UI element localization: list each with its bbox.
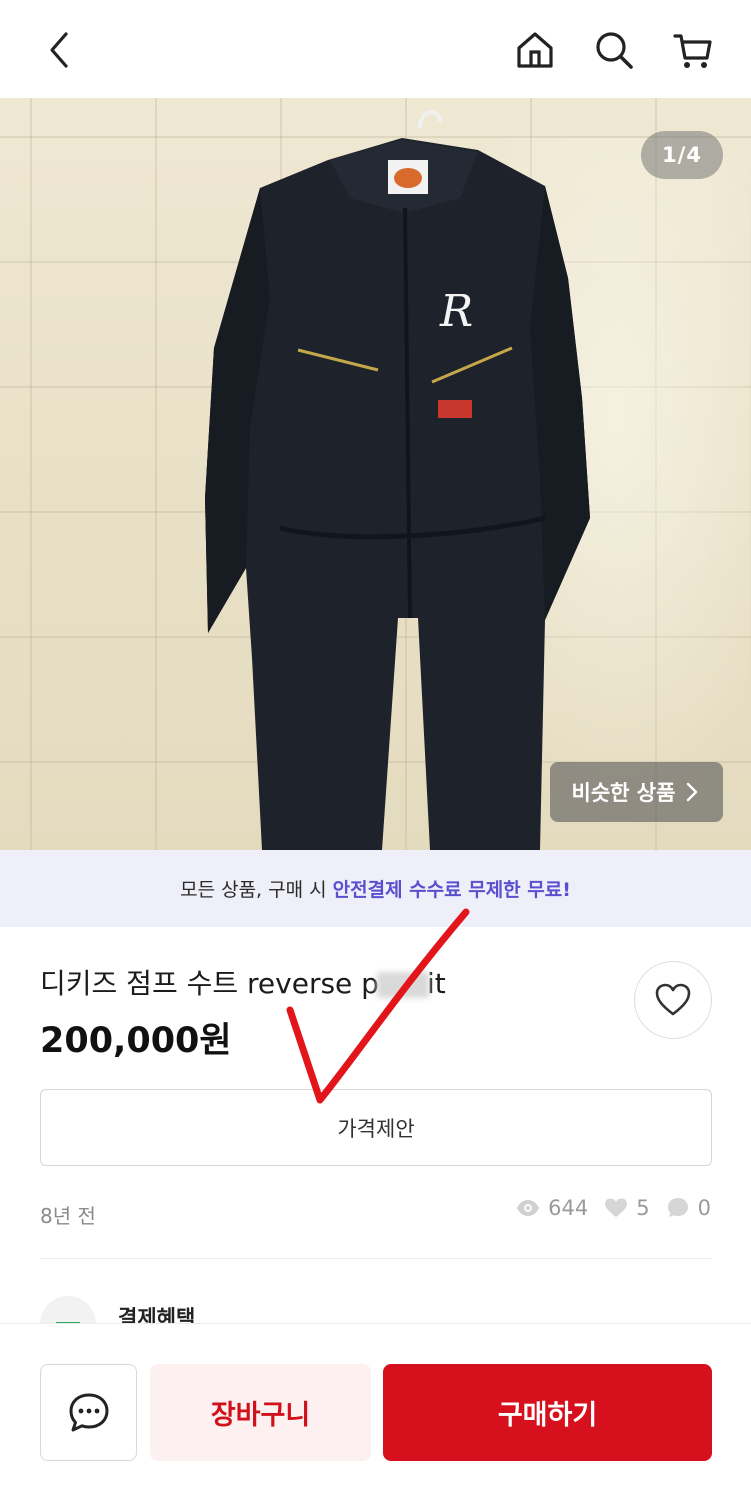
view-count-value: 644 [548, 1196, 589, 1220]
heart-filled-icon [605, 1198, 628, 1217]
safe-payment-promo-banner[interactable]: 모든 상품, 구매 시 안전결제 수수료 무제한 무료! [0, 850, 751, 927]
bottom-action-bar: 장바구니 구매하기 [0, 1323, 751, 1500]
comment-count: 0 [666, 1196, 711, 1220]
back-button[interactable] [30, 20, 90, 80]
similar-products-button[interactable]: 비슷한 상품 [550, 762, 723, 822]
like-count-value: 5 [636, 1196, 650, 1220]
svg-text:R: R [439, 286, 473, 337]
like-count: 5 [604, 1196, 650, 1220]
home-icon [517, 32, 553, 68]
search-icon [596, 32, 633, 69]
buy-now-label: 구매하기 [497, 1400, 598, 1431]
product-title-end: it [426, 967, 446, 1000]
comment-count-value: 0 [697, 1196, 711, 1220]
price-offer-label: 가격제안 [337, 1116, 415, 1141]
price-offer-button[interactable]: 가격제안 [40, 1089, 712, 1166]
cart-icon [673, 34, 712, 68]
search-button[interactable] [584, 20, 644, 80]
cart-button[interactable] [663, 20, 723, 80]
product-price: 200,000원 [40, 1021, 232, 1061]
buy-now-button[interactable]: 구매하기 [383, 1364, 712, 1461]
like-button[interactable] [634, 961, 712, 1039]
payment-benefit-row[interactable]: 결제혜택 [40, 1296, 195, 1326]
chat-button[interactable] [40, 1364, 137, 1461]
posted-time: 8년 전 [40, 1204, 96, 1228]
add-to-cart-label: 장바구니 [210, 1400, 311, 1431]
promo-text: 모든 상품, 구매 시 [180, 879, 327, 901]
heart-icon [655, 983, 691, 1016]
add-to-cart-button[interactable]: 장바구니 [150, 1364, 371, 1461]
product-detail-page: R 1/4 비슷한 상품 모든 상품, 구매 시 안전결제 수수료 무제한 무료… [0, 0, 751, 1500]
product-stats: 644 5 0 [506, 1196, 711, 1220]
product-photo-jumpsuit: R [205, 110, 590, 850]
eye-icon [517, 1200, 540, 1216]
chat-icon [69, 1393, 108, 1431]
promo-highlight: 안전결제 수수료 무제한 무료! [332, 879, 571, 901]
chevron-right-icon [687, 782, 698, 802]
home-button[interactable] [505, 20, 565, 80]
redacted-text [376, 972, 429, 998]
similar-products-label: 비슷한 상품 [571, 781, 676, 805]
image-counter-badge: 1/4 [641, 131, 723, 179]
top-bar [0, 0, 751, 98]
speech-bubble-icon [667, 1198, 688, 1217]
product-title: 디키즈 점프 수트 reverse p it [40, 962, 446, 1002]
back-icon [50, 32, 68, 68]
section-divider [40, 1258, 712, 1259]
product-image-gallery[interactable]: R 1/4 비슷한 상품 [0, 98, 751, 850]
product-title-start: 디키즈 점프 수트 reverse p [40, 967, 379, 1000]
benefit-card-icon [40, 1296, 96, 1326]
view-count: 644 [516, 1196, 588, 1220]
